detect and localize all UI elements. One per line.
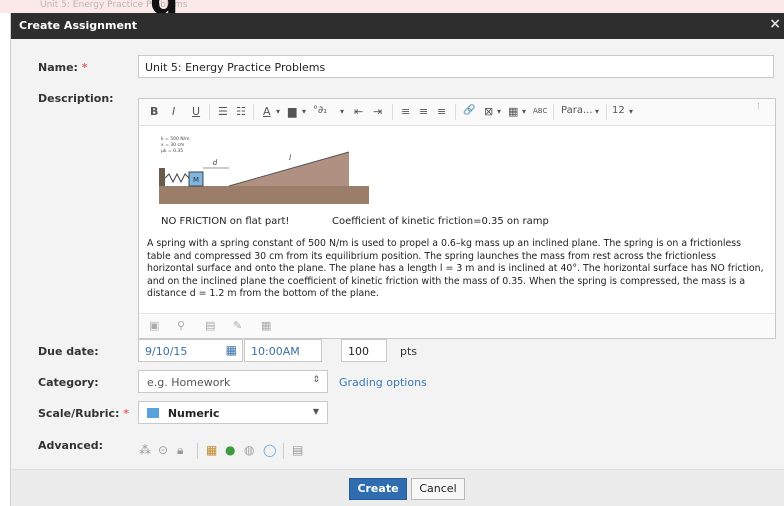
dialog-title: Create Assignment xyxy=(19,19,138,32)
numbered-list-icon[interactable]: ☷ xyxy=(236,105,246,118)
link-icon[interactable]: ⚲ xyxy=(177,319,185,332)
grading-options-link[interactable]: Grading options xyxy=(339,376,427,389)
chevron-down-icon[interactable]: ▾ xyxy=(522,107,526,116)
advanced-divider xyxy=(197,443,198,459)
pin-icon[interactable]: ✎ xyxy=(233,319,242,332)
media-icon[interactable]: ⊠ xyxy=(484,105,493,118)
align-left-icon[interactable]: ≡ xyxy=(401,105,410,118)
background-big-text: g xyxy=(150,0,180,13)
chat-icon[interactable]: ◯ xyxy=(263,443,276,457)
indent-icon[interactable]: ⇥ xyxy=(373,105,382,118)
advanced-label: Advanced: xyxy=(38,439,104,452)
chevron-down-icon[interactable]: ▾ xyxy=(340,107,344,116)
numeric-scale-icon xyxy=(147,408,159,418)
grid-icon[interactable]: ▦ xyxy=(261,319,271,332)
due-date-value: 9/10/15 xyxy=(145,345,188,358)
figure-label-k: k = 500 N/m xyxy=(161,136,190,142)
scale-label-text: Scale/Rubric: xyxy=(38,407,120,420)
description-editor[interactable]: B I U ☰ ☷ A ▾ ▆ ▾ °∂₁ ▾ ⇤ ⇥ ≡ ≡ ≡ 🔗 ⊠ ▾ … xyxy=(138,98,776,339)
due-time-input[interactable]: 10:00AM xyxy=(244,339,322,362)
underline-button[interactable]: U xyxy=(192,105,200,118)
toolbar-divider xyxy=(253,104,254,120)
caption-kinetic-friction: Coefficient of kinetic friction=0.35 on … xyxy=(332,216,549,227)
advanced-divider xyxy=(283,443,284,459)
distance-label: d xyxy=(213,159,218,167)
caption-no-friction: NO FRICTION on flat part! xyxy=(161,216,290,227)
length-label: l xyxy=(289,154,291,162)
name-required-marker: * xyxy=(81,61,88,74)
close-icon[interactable]: × xyxy=(769,16,781,32)
due-date-label: Due date: xyxy=(38,345,99,358)
calendar-icon[interactable]: ▦ xyxy=(226,343,237,357)
calculator-icon[interactable]: ▦ xyxy=(206,443,217,457)
bold-button[interactable]: B xyxy=(150,105,158,118)
spellcheck-icon[interactable]: ABC xyxy=(533,107,547,115)
scale-required-marker: * xyxy=(123,407,130,420)
lock-icon[interactable]: 🔒︎ xyxy=(177,443,183,458)
bullet-list-icon[interactable]: ☰ xyxy=(218,105,228,118)
editor-content[interactable]: M d l k = 500 N/m x = 30 cm μk = 0.35 NO… xyxy=(139,126,775,306)
align-right-icon[interactable]: ≡ xyxy=(437,105,446,118)
more-options-icon[interactable]: ⁝ xyxy=(757,102,760,112)
highlight-color-icon[interactable]: ▆ xyxy=(288,105,296,118)
mass-label: M xyxy=(193,176,199,184)
chevron-down-icon: ▼ xyxy=(312,407,319,416)
category-label: Category: xyxy=(38,376,99,389)
points-unit: pts xyxy=(400,345,418,358)
chevron-down-icon[interactable]: ▾ xyxy=(497,107,501,116)
name-input[interactable]: Unit 5: Energy Practice Problems xyxy=(138,55,774,78)
name-label-text: Name: xyxy=(38,61,78,74)
italic-button[interactable]: I xyxy=(172,105,175,118)
toolbar-divider xyxy=(606,104,607,120)
target-icon[interactable]: ⊙ xyxy=(158,443,168,457)
category-placeholder: e.g. Homework xyxy=(147,376,231,389)
symbol-button[interactable]: °∂₁ xyxy=(313,105,327,116)
paragraph-format-select[interactable]: Para... xyxy=(561,105,592,116)
dialog-footer: Create Cancel xyxy=(11,469,784,506)
spring-ramp-diagram: M d l k = 500 N/m x = 30 cm μk = 0.35 xyxy=(159,136,369,204)
figure-label-mu: μk = 0.35 xyxy=(161,148,183,154)
outdent-icon[interactable]: ⇤ xyxy=(354,105,363,118)
background-strip: Unit 5: Energy Practice Problems g xyxy=(0,0,784,13)
toolbar-divider xyxy=(455,104,456,120)
dialog-title-bar: Create Assignment × xyxy=(11,13,784,39)
editor-footer-toolbar: ▣ ⚲ ▤ ✎ ▦ xyxy=(139,313,775,338)
globe-icon[interactable]: ◍ xyxy=(244,443,254,457)
table-icon[interactable]: ▦ xyxy=(508,105,518,118)
category-select[interactable]: e.g. Homework ⇕ xyxy=(138,370,328,393)
figure-label-x: x = 30 cm xyxy=(161,142,184,148)
clipboard-icon[interactable]: ▤ xyxy=(292,443,303,457)
due-date-input[interactable]: 9/10/15 ▦ xyxy=(138,339,243,362)
name-label: Name: * xyxy=(38,61,88,74)
spring-ramp-figure: M d l k = 500 N/m x = 30 cm μk = 0.35 xyxy=(159,134,369,204)
editor-toolbar: B I U ☰ ☷ A ▾ ▆ ▾ °∂₁ ▾ ⇤ ⇥ ≡ ≡ ≡ 🔗 ⊠ ▾ … xyxy=(139,99,775,126)
toolbar-divider xyxy=(209,104,210,120)
chevron-down-icon[interactable]: ▾ xyxy=(276,107,280,116)
scale-value: Numeric xyxy=(167,407,220,420)
scale-rubric-select[interactable]: Numeric ▼ xyxy=(138,401,328,424)
create-button[interactable]: Create xyxy=(349,478,407,500)
document-icon[interactable]: ▤ xyxy=(205,319,215,332)
chevron-down-icon[interactable]: ▾ xyxy=(302,107,306,116)
points-input[interactable]: 100 xyxy=(341,339,387,362)
font-color-button[interactable]: A xyxy=(263,105,271,118)
chevron-down-icon[interactable]: ▾ xyxy=(595,107,599,116)
circle-icon[interactable]: ● xyxy=(225,443,235,457)
cancel-button[interactable]: Cancel xyxy=(411,478,465,500)
toolbar-divider xyxy=(553,104,554,120)
link-icon[interactable]: 🔗 xyxy=(463,105,475,116)
description-paragraph: A spring with a spring constant of 500 N… xyxy=(147,238,764,300)
chevron-updown-icon: ⇕ xyxy=(312,375,320,385)
group-icon[interactable]: ⁂ xyxy=(139,443,151,457)
toolbar-divider xyxy=(392,104,393,120)
description-label: Description: xyxy=(38,92,114,105)
font-size-select[interactable]: 12 xyxy=(612,105,625,116)
scale-rubric-label: Scale/Rubric: * xyxy=(38,407,129,420)
chevron-down-icon[interactable]: ▾ xyxy=(629,107,633,116)
image-icon[interactable]: ▣ xyxy=(149,319,159,332)
align-center-icon[interactable]: ≡ xyxy=(419,105,428,118)
create-assignment-dialog: Create Assignment × Name: * Unit 5: Ener… xyxy=(10,13,784,506)
